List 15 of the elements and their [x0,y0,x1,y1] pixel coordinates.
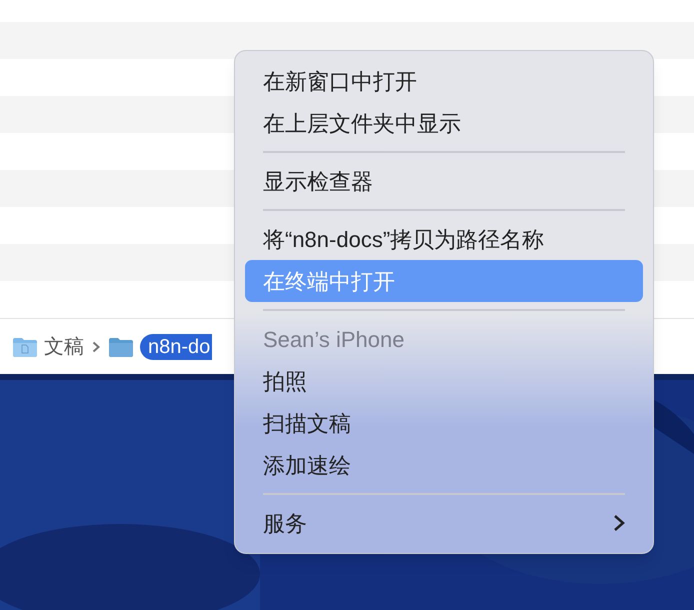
menu-section-header: Sean’s iPhone [262,326,406,354]
folder-icon [108,336,134,358]
path-item[interactable]: 文稿 [44,332,84,362]
path-item[interactable]: n8n-do [140,334,212,360]
menu-item[interactable]: 在上层文件夹中显示 [245,102,643,144]
menu-item[interactable]: 扫描文稿 [245,402,643,444]
menu-item[interactable]: 在新窗口中打开 [245,60,643,102]
menu-item[interactable]: 服务 [245,502,643,544]
chevron-icon [92,340,100,352]
menu-item[interactable]: 拍照 [245,360,643,402]
document-folder-icon [12,336,38,358]
menu-item[interactable]: 添加速绘 [245,444,643,486]
menu-item[interactable]: 将“n8n-docs”拷贝为路径名称 [245,218,643,260]
menu-item[interactable]: 显示检查器 [245,160,643,202]
chevron-icon [613,514,625,532]
